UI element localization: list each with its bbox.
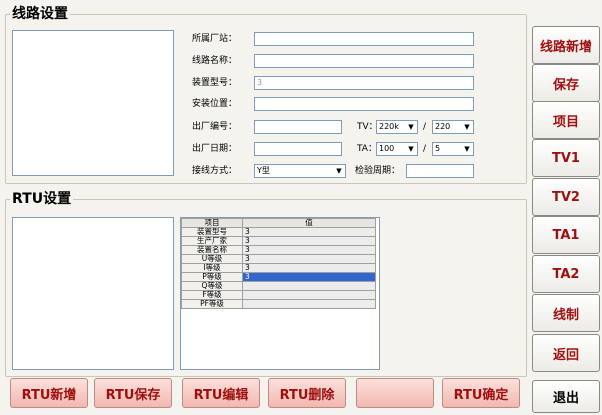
dropdown-arrow-icon: ▼ [461,143,473,155]
rtu-save-button[interactable]: RTU保存 [94,378,172,408]
blank-button[interactable] [356,378,434,408]
line-control-button[interactable]: 线制 [532,294,600,332]
exit-button[interactable]: 退出 [532,380,600,413]
rtu-delete-button[interactable]: RTU删除 [268,378,346,408]
rtu-property-grid: 项目 值 装置型号 3 生产厂家 3 装置名称 3 U等级 3 I等级 3 P等… [181,218,376,309]
ta-secondary-value: 5 [435,144,441,153]
inspection-field[interactable] [406,164,474,178]
rtu-grid-container: 项目 值 装置型号 3 生产厂家 3 装置名称 3 U等级 3 I等级 3 P等… [180,217,380,370]
dropdown-arrow-icon: ▼ [461,121,473,133]
factory-no-label: 出厂编号： [192,122,238,132]
grid-item: PF等级 [181,299,243,309]
tv-label: TV： [357,122,378,132]
grid-value[interactable] [242,290,376,300]
grid-value[interactable]: 3 [242,245,376,255]
dropdown-arrow-icon: ▼ [405,143,417,155]
rtu-edit-button[interactable]: RTU编辑 [182,378,260,408]
factory-date-label: 出厂日期： [192,144,238,154]
inspection-label: 检验周期： [355,166,401,176]
device-model-label: 装置型号： [192,78,238,88]
grid-value[interactable]: 3 [242,272,376,282]
rtu-add-button[interactable]: RTU新增 [10,378,88,408]
line-name-label: 线路名称： [192,56,238,66]
ta-primary-select[interactable]: 100 ▼ [376,142,418,156]
grid-value[interactable]: 3 [242,227,376,237]
factory-no-field[interactable] [254,120,342,134]
ta-ratio-separator: / [423,144,427,154]
tv2-button[interactable]: TV2 [532,178,600,216]
factory-date-field[interactable] [254,142,342,156]
grid-value[interactable]: 3 [242,236,376,246]
ta-primary-value: 100 [379,144,395,153]
dropdown-arrow-icon: ▼ [405,121,417,133]
grid-value[interactable] [242,281,376,291]
ta-label: TA： [357,144,377,154]
ta1-button[interactable]: TA1 [532,216,600,254]
tv-secondary-select[interactable]: 220 ▼ [432,120,474,134]
device-model-field[interactable]: 3 [254,76,474,90]
item-button[interactable]: 项目 [532,101,600,139]
grid-value[interactable]: 3 [242,254,376,264]
save-button[interactable]: 保存 [532,64,600,102]
tv-ratio-separator: / [423,122,427,132]
table-row[interactable]: PF等级 [181,299,376,309]
line-add-button[interactable]: 线路新增 [532,26,600,64]
tv-primary-value: 220k [379,122,399,131]
line-settings-title: 线路设置 [10,6,70,22]
grid-header-value: 值 [242,218,376,228]
rtu-settings-title: RTU设置 [10,191,74,207]
rtu-confirm-button[interactable]: RTU确定 [442,378,520,408]
back-button[interactable]: 返回 [532,334,600,372]
install-location-field[interactable] [254,97,474,111]
line-name-field[interactable] [254,54,474,68]
tv-secondary-value: 220 [435,122,451,131]
tv-primary-select[interactable]: 220k ▼ [376,120,418,134]
grid-value[interactable] [242,299,376,309]
tv1-button[interactable]: TV1 [532,139,600,177]
line-list[interactable] [12,30,174,176]
plant-label: 所属厂站： [192,34,238,44]
ta-secondary-select[interactable]: 5 ▼ [432,142,474,156]
wiring-label: 接线方式： [192,166,238,176]
wiring-select[interactable]: Y型 ▼ [254,164,346,178]
plant-field[interactable] [254,32,474,46]
install-location-label: 安装位置： [192,99,238,109]
rtu-list[interactable] [12,217,174,370]
grid-value[interactable]: 3 [242,263,376,273]
dropdown-arrow-icon: ▼ [333,165,345,177]
ta2-button[interactable]: TA2 [532,255,600,293]
wiring-value: Y型 [257,166,270,175]
